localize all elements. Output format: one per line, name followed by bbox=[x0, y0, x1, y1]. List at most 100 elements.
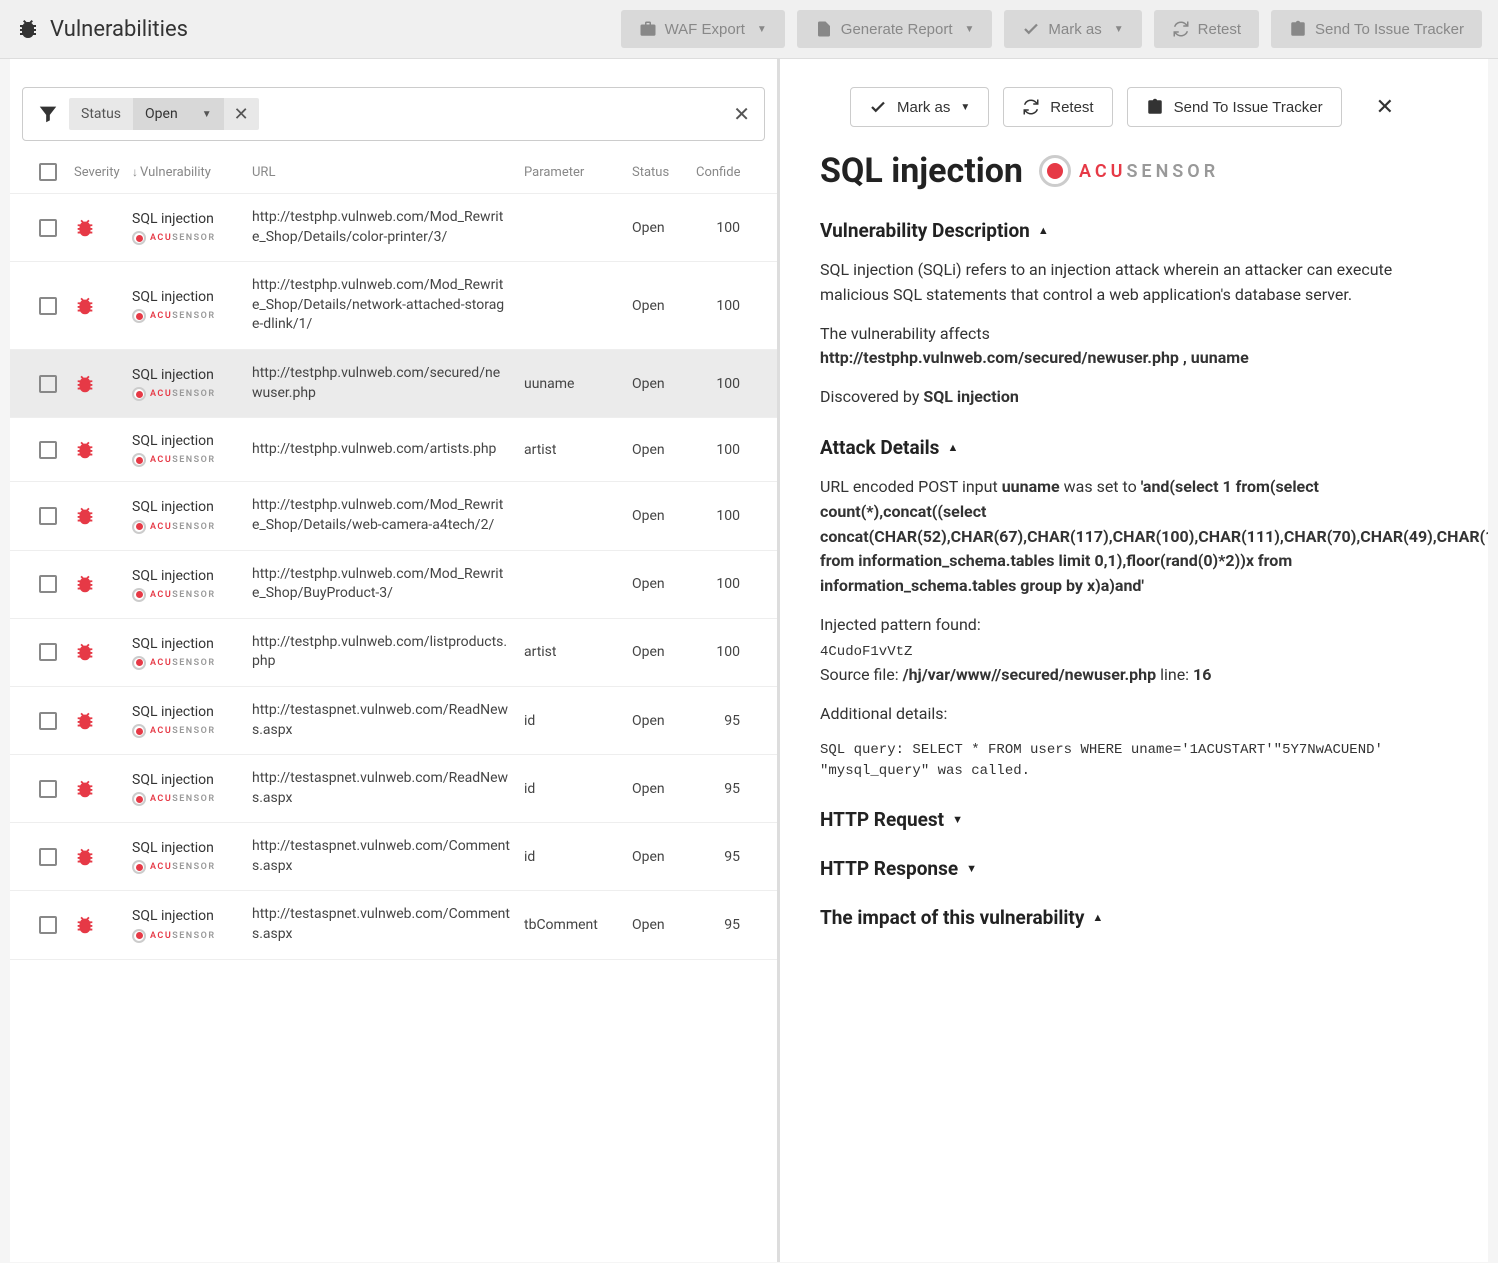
col-parameter[interactable]: Parameter bbox=[524, 165, 632, 180]
caret-down-icon: ▼ bbox=[952, 813, 963, 826]
row-checkbox[interactable] bbox=[39, 219, 57, 237]
acusensor-badge-small: ACUSENSOR bbox=[132, 387, 252, 401]
table-row[interactable]: SQL injection ACUSENSOR http://testphp.v… bbox=[10, 619, 777, 687]
table-row[interactable]: SQL injection ACUSENSOR http://testphp.v… bbox=[10, 262, 777, 350]
vuln-url: http://testphp.vulnweb.com/artists.php bbox=[252, 440, 524, 460]
section-impact[interactable]: The impact of this vulnerability ▲ bbox=[820, 906, 1456, 929]
row-checkbox[interactable] bbox=[39, 507, 57, 525]
generate-report-button[interactable]: Generate Report ▼ bbox=[797, 10, 993, 48]
table-row[interactable]: SQL injection ACUSENSOR http://testphp.v… bbox=[10, 418, 777, 482]
vuln-parameter: artist bbox=[524, 644, 632, 660]
vuln-confidence: 100 bbox=[696, 644, 740, 660]
acusensor-badge-small: ACUSENSOR bbox=[132, 588, 252, 602]
vuln-confidence: 100 bbox=[696, 508, 740, 524]
attack-code-block: SQL query: SELECT * FROM users WHERE una… bbox=[820, 740, 1456, 782]
check-icon bbox=[869, 98, 887, 116]
section-attack-details[interactable]: Attack Details ▲ bbox=[820, 436, 1456, 459]
vuln-status: Open bbox=[632, 781, 696, 797]
waf-export-button[interactable]: WAF Export ▼ bbox=[621, 10, 785, 48]
vuln-url: http://testphp.vulnweb.com/secured/newus… bbox=[252, 364, 524, 403]
severity-bug-icon bbox=[74, 710, 96, 732]
mark-as-button[interactable]: Mark as ▼ bbox=[1004, 10, 1141, 48]
acusensor-icon bbox=[132, 231, 146, 245]
refresh-icon bbox=[1172, 20, 1190, 38]
table-row[interactable]: SQL injection ACUSENSOR http://testaspne… bbox=[10, 891, 777, 959]
attack-input-line: URL encoded POST input uuname was set to… bbox=[820, 475, 1456, 599]
bug-icon bbox=[16, 17, 40, 41]
row-checkbox[interactable] bbox=[39, 441, 57, 459]
vulnerability-list-panel: Status Open ▼ ✕ ✕ Severity ↓Vulnerabilit… bbox=[10, 59, 780, 1262]
section-http-response[interactable]: HTTP Response ▼ bbox=[820, 857, 1456, 880]
table-row[interactable]: SQL injection ACUSENSOR http://testphp.v… bbox=[10, 482, 777, 550]
acusensor-icon bbox=[132, 860, 146, 874]
col-status[interactable]: Status bbox=[632, 165, 696, 180]
severity-bug-icon bbox=[74, 778, 96, 800]
refresh-icon bbox=[1022, 98, 1040, 116]
acusensor-icon bbox=[132, 309, 146, 323]
row-checkbox[interactable] bbox=[39, 575, 57, 593]
caret-down-icon: ▼ bbox=[960, 102, 970, 113]
retest-button[interactable]: Retest bbox=[1154, 10, 1259, 48]
acusensor-icon bbox=[132, 792, 146, 806]
severity-bug-icon bbox=[74, 295, 96, 317]
select-all-checkbox[interactable] bbox=[39, 163, 57, 181]
row-checkbox[interactable] bbox=[39, 916, 57, 934]
page-title: Vulnerabilities bbox=[50, 17, 188, 42]
caret-down-icon: ▼ bbox=[757, 24, 767, 35]
section-http-request[interactable]: HTTP Request ▼ bbox=[820, 808, 1456, 831]
row-checkbox[interactable] bbox=[39, 848, 57, 866]
col-severity[interactable]: Severity bbox=[74, 165, 132, 180]
row-checkbox[interactable] bbox=[39, 297, 57, 315]
vuln-parameter: id bbox=[524, 781, 632, 797]
acusensor-badge-small: ACUSENSOR bbox=[132, 309, 252, 323]
vuln-status: Open bbox=[632, 917, 696, 933]
clipboard-icon bbox=[1289, 20, 1307, 38]
row-checkbox[interactable] bbox=[39, 375, 57, 393]
caret-up-icon: ▲ bbox=[1092, 911, 1103, 924]
table-row[interactable]: SQL injection ACUSENSOR http://testaspne… bbox=[10, 823, 777, 891]
col-vulnerability[interactable]: ↓Vulnerability bbox=[132, 165, 252, 180]
vuln-parameter: tbComment bbox=[524, 917, 632, 933]
filter-bar: Status Open ▼ ✕ ✕ bbox=[22, 87, 765, 141]
detail-mark-as-button[interactable]: Mark as ▼ bbox=[850, 87, 989, 127]
detail-toolbar: Mark as ▼ Retest Send To Issue Tracker ✕ bbox=[820, 59, 1456, 151]
caret-up-icon: ▲ bbox=[1038, 224, 1049, 237]
vuln-confidence: 100 bbox=[696, 376, 740, 392]
filter-icon[interactable] bbox=[37, 103, 59, 125]
send-tracker-button[interactable]: Send To Issue Tracker bbox=[1271, 10, 1482, 48]
severity-bug-icon bbox=[74, 573, 96, 595]
detail-retest-button[interactable]: Retest bbox=[1003, 87, 1112, 127]
close-detail-icon[interactable]: ✕ bbox=[1376, 95, 1394, 120]
filter-chip-remove[interactable]: ✕ bbox=[224, 104, 259, 125]
vuln-confidence: 100 bbox=[696, 220, 740, 236]
vuln-status: Open bbox=[632, 220, 696, 236]
vuln-status: Open bbox=[632, 713, 696, 729]
detail-send-tracker-button[interactable]: Send To Issue Tracker bbox=[1127, 87, 1342, 127]
sort-arrow-icon: ↓ bbox=[132, 165, 138, 179]
filter-clear-icon[interactable]: ✕ bbox=[733, 102, 750, 126]
desc-paragraph: SQL injection (SQLi) refers to an inject… bbox=[820, 258, 1456, 308]
section-vuln-description[interactable]: Vulnerability Description ▲ bbox=[820, 219, 1456, 242]
acusensor-icon bbox=[132, 929, 146, 943]
row-checkbox[interactable] bbox=[39, 643, 57, 661]
vuln-status: Open bbox=[632, 576, 696, 592]
acusensor-icon bbox=[132, 387, 146, 401]
table-row[interactable]: SQL injection ACUSENSOR http://testaspne… bbox=[10, 687, 777, 755]
table-row[interactable]: SQL injection ACUSENSOR http://testphp.v… bbox=[10, 350, 777, 418]
row-checkbox[interactable] bbox=[39, 712, 57, 730]
vuln-name: SQL injection bbox=[132, 432, 252, 450]
acusensor-badge: ACUSENSOR bbox=[1039, 155, 1219, 187]
document-icon bbox=[815, 20, 833, 38]
vuln-url: http://testaspnet.vulnweb.com/ReadNews.a… bbox=[252, 769, 524, 808]
col-confidence[interactable]: Confidence bbox=[696, 165, 740, 180]
table-row[interactable]: SQL injection ACUSENSOR http://testphp.v… bbox=[10, 551, 777, 619]
acusensor-icon bbox=[132, 453, 146, 467]
table-row[interactable]: SQL injection ACUSENSOR http://testphp.v… bbox=[10, 194, 777, 262]
vuln-status: Open bbox=[632, 644, 696, 660]
row-checkbox[interactable] bbox=[39, 780, 57, 798]
briefcase-icon bbox=[639, 20, 657, 38]
vuln-name: SQL injection bbox=[132, 907, 252, 925]
table-row[interactable]: SQL injection ACUSENSOR http://testaspne… bbox=[10, 755, 777, 823]
filter-chip-value[interactable]: Open ▼ bbox=[133, 98, 224, 130]
col-url[interactable]: URL bbox=[252, 165, 524, 180]
